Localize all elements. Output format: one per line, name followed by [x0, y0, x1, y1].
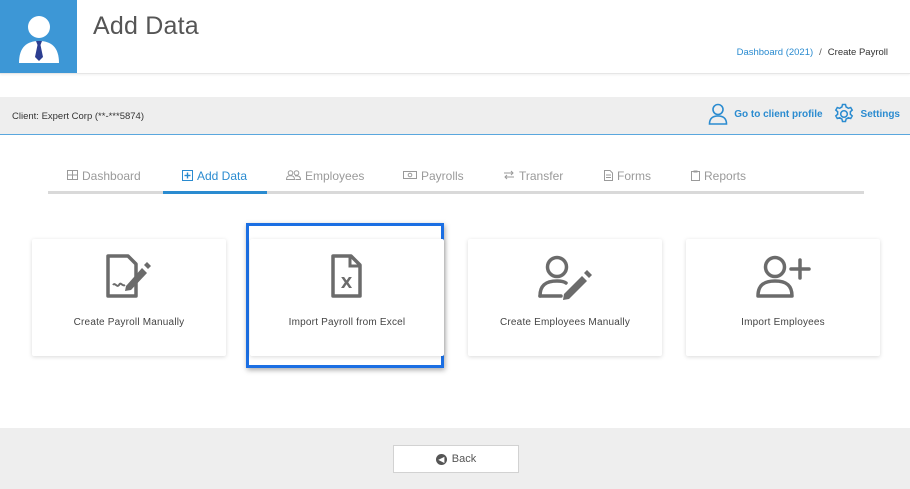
client-label: Client: Expert Corp (**-***5874) — [12, 111, 145, 122]
tab-bar: Dashboard Add Data Employees Payrolls Tr… — [48, 166, 864, 194]
page-title: Add Data — [93, 12, 199, 40]
client-bar: Client: Expert Corp (**-***5874) Go to c… — [0, 97, 910, 135]
card-import-payroll-from-excel[interactable]: X Import Payroll from Excel — [250, 239, 444, 356]
tab-employees[interactable]: Employees — [285, 169, 365, 194]
tab-label: Add Data — [197, 169, 248, 183]
tab-transfer[interactable]: Transfer — [503, 169, 563, 194]
tab-label: Reports — [704, 169, 747, 183]
client-actions: Go to client profile Settings — [698, 103, 900, 125]
card-label: Create Payroll Manually — [73, 317, 185, 328]
user-plus-icon — [686, 254, 880, 300]
table-icon — [67, 170, 78, 183]
arrow-left-circle-icon: ◀ — [435, 453, 447, 465]
card-label: Import Employees — [741, 317, 825, 328]
card-label: Import Payroll from Excel — [288, 317, 406, 328]
avatar — [0, 0, 77, 73]
tab-label: Payrolls — [421, 169, 464, 183]
svg-text:X: X — [341, 274, 353, 292]
tab-forms[interactable]: Forms — [604, 169, 651, 194]
breadcrumb: Dashboard (2021) / Create Payroll — [737, 47, 888, 58]
card-create-employees-manually[interactable]: Create Employees Manually — [468, 239, 662, 356]
card-create-payroll-manually[interactable]: Create Payroll Manually — [32, 239, 226, 356]
file-excel-icon: X — [250, 254, 444, 300]
back-button[interactable]: ◀ Back — [393, 445, 519, 473]
tab-payrolls[interactable]: Payrolls — [403, 169, 464, 194]
document-icon — [604, 170, 613, 184]
tab-dashboard[interactable]: Dashboard — [67, 169, 141, 194]
breadcrumb-current: Create Payroll — [827, 47, 888, 58]
breadcrumb-link-dashboard[interactable]: Dashboard (2021) — [737, 47, 814, 58]
back-button-label: Back — [451, 453, 477, 465]
tab-label: Transfer — [519, 169, 564, 183]
active-tab-indicator — [163, 191, 267, 194]
file-signature-icon — [32, 254, 226, 300]
settings-link[interactable]: Settings — [833, 103, 900, 125]
plus-square-icon — [182, 170, 193, 184]
users-icon — [285, 170, 302, 183]
tab-label: Forms — [617, 169, 651, 183]
tab-label: Employees — [305, 169, 365, 183]
card-label: Create Employees Manually — [499, 317, 631, 328]
page-header: Add Data Dashboard (2021) / Create Payroll — [0, 0, 910, 74]
exchange-icon — [503, 170, 515, 183]
clipboard-icon — [691, 170, 700, 184]
card-import-employees[interactable]: Import Employees — [686, 239, 880, 356]
tab-reports[interactable]: Reports — [691, 169, 746, 194]
money-icon — [403, 170, 417, 183]
user-avatar-icon — [18, 15, 59, 63]
gear-icon — [834, 103, 853, 123]
settings-label: Settings — [860, 108, 900, 120]
user-outline-icon — [708, 103, 728, 125]
breadcrumb-separator: / — [819, 47, 822, 58]
go-to-client-profile-label: Go to client profile — [734, 108, 823, 120]
user-edit-icon — [468, 254, 662, 300]
go-to-client-profile-link[interactable]: Go to client profile — [708, 103, 823, 125]
tab-label: Dashboard — [82, 169, 141, 183]
